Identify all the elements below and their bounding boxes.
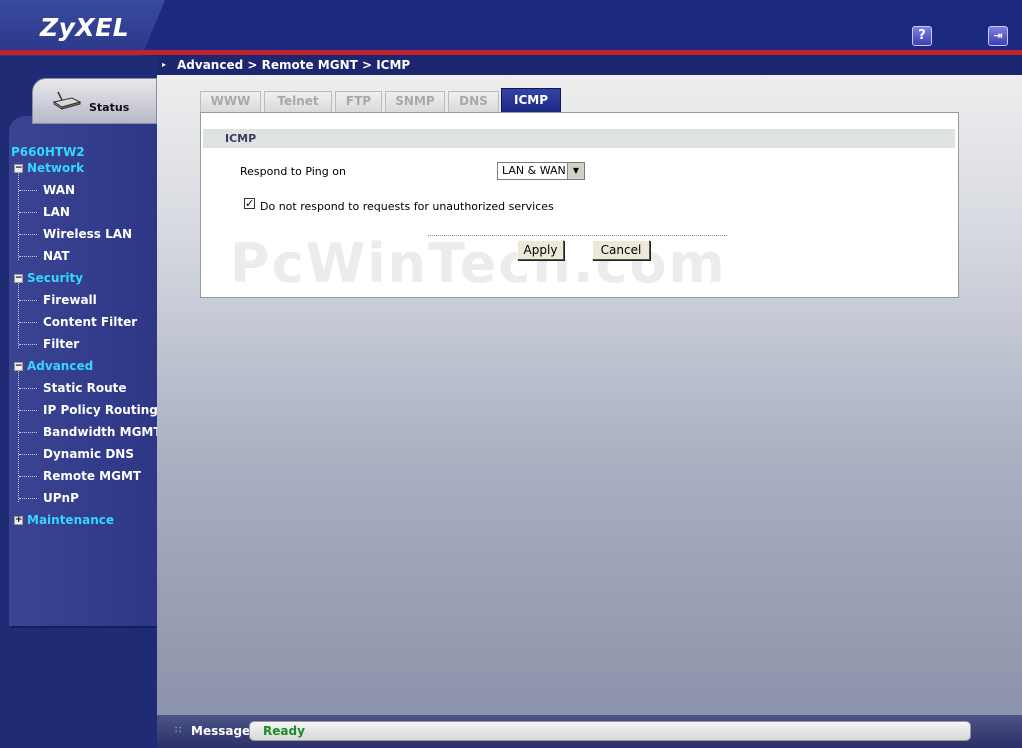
tree-line xyxy=(19,410,37,411)
logout-icon[interactable]: ⇥ xyxy=(988,26,1008,46)
grip-icon: ∷ xyxy=(175,725,182,736)
unauthorized-label: Do not respond to requests for unauthori… xyxy=(260,200,554,213)
sidebar-section-advanced[interactable]: Advanced xyxy=(27,359,93,373)
collapse-icon[interactable]: − xyxy=(14,274,23,283)
tree-line xyxy=(18,370,19,502)
collapse-icon[interactable]: − xyxy=(14,362,23,371)
tree-line xyxy=(19,234,37,235)
header-red-stripe xyxy=(0,50,1022,55)
tree-line xyxy=(19,256,37,257)
sidebar-item-ip-policy-routing[interactable]: IP Policy Routing xyxy=(43,403,158,417)
watermark: PcWinTech.com xyxy=(230,232,727,295)
sidebar-item-nat[interactable]: NAT xyxy=(43,249,70,263)
message-label: Message xyxy=(191,724,251,738)
tree-line xyxy=(19,190,37,191)
tree-line xyxy=(18,282,19,348)
tree-line xyxy=(19,476,37,477)
tree-line xyxy=(19,322,37,323)
sidebar-section-security[interactable]: Security xyxy=(27,271,83,285)
router-icon xyxy=(52,91,82,110)
tab-snmp[interactable]: SNMP xyxy=(385,91,445,113)
sidebar-item-bandwidth-mgmt[interactable]: Bandwidth MGMT xyxy=(43,425,162,439)
question-icon[interactable]: ? xyxy=(912,26,932,46)
sidebar-item-static-route[interactable]: Static Route xyxy=(43,381,127,395)
respond-ping-value: LAN & WAN xyxy=(502,164,566,177)
tab-telnet[interactable]: Telnet xyxy=(264,91,332,113)
divider xyxy=(428,235,727,236)
tree-line xyxy=(19,300,37,301)
sidebar-item-wireless-lan[interactable]: Wireless LAN xyxy=(43,227,132,241)
sidebar-item-remote-mgmt[interactable]: Remote MGMT xyxy=(43,469,141,483)
panel-header xyxy=(203,129,955,148)
sidebar-item-wan[interactable]: WAN xyxy=(43,183,75,197)
tab-ftp[interactable]: FTP xyxy=(335,91,382,113)
tree-line xyxy=(19,388,37,389)
tab-icmp[interactable]: ICMP xyxy=(501,88,561,113)
sidebar-item-firewall[interactable]: Firewall xyxy=(43,293,97,307)
tab-dns[interactable]: DNS xyxy=(448,91,499,113)
tab-www[interactable]: WWW xyxy=(200,91,261,113)
message-box xyxy=(249,721,971,741)
sidebar-section-maintenance[interactable]: Maintenance xyxy=(27,513,114,527)
message-status: Ready xyxy=(263,724,305,738)
zyxel-logo: ZyXEL xyxy=(40,13,130,42)
breadcrumb: Advanced > Remote MGNT > ICMP xyxy=(177,58,411,72)
apply-button[interactable]: Apply xyxy=(517,240,564,260)
sidebar-item-lan[interactable]: LAN xyxy=(43,205,70,219)
unauthorized-checkbox[interactable]: ✓ xyxy=(244,198,255,209)
tree-line xyxy=(19,498,37,499)
collapse-icon[interactable]: − xyxy=(14,164,23,173)
chevron-down-icon[interactable]: ▼ xyxy=(567,163,584,179)
respond-ping-label: Respond to Ping on xyxy=(240,165,346,178)
breadcrumb-arrow-icon: ▸ xyxy=(162,60,167,69)
sidebar-item-filter[interactable]: Filter xyxy=(43,337,79,351)
respond-ping-select[interactable]: LAN & WAN ▼ xyxy=(497,162,585,180)
device-model: P660HTW2 xyxy=(11,145,85,159)
tree-line xyxy=(19,454,37,455)
sidebar-item-upnp[interactable]: UPnP xyxy=(43,491,79,505)
expand-icon[interactable]: + xyxy=(14,516,23,525)
tree-line xyxy=(18,172,19,260)
cancel-button[interactable]: Cancel xyxy=(592,240,650,260)
tree-line xyxy=(19,212,37,213)
tree-line xyxy=(19,344,37,345)
sidebar-section-network[interactable]: Network xyxy=(27,161,84,175)
sidebar-item-dynamic-dns[interactable]: Dynamic DNS xyxy=(43,447,134,461)
sidebar-item-content-filter[interactable]: Content Filter xyxy=(43,315,137,329)
panel-title: ICMP xyxy=(225,132,257,145)
status-label: Status xyxy=(89,101,130,114)
tree-line xyxy=(19,432,37,433)
